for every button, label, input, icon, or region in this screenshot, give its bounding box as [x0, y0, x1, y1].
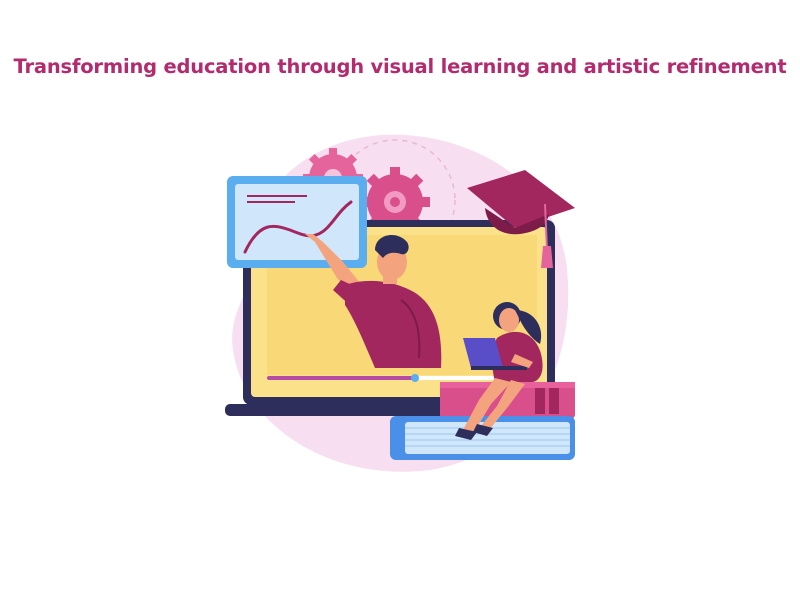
video-progress-fill — [267, 376, 415, 380]
video-progress-knob — [411, 374, 419, 382]
headline: Transforming education through visual le… — [13, 55, 787, 78]
online-education-illustration — [225, 134, 575, 472]
page: Transforming education through visual le… — [0, 0, 800, 600]
